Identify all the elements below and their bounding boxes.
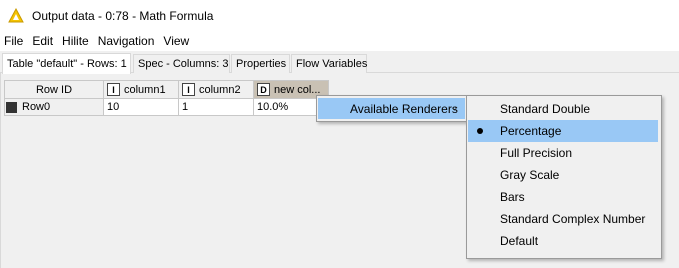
tab-spec[interactable]: Spec - Columns: 3: [133, 54, 230, 73]
chevron-right-icon: ›: [453, 103, 457, 114]
renderer-standard-double[interactable]: Standard Double: [468, 98, 660, 120]
column-header-column2[interactable]: I column2: [178, 80, 254, 99]
table-cell[interactable]: 1: [178, 99, 254, 116]
column-header-label: Row ID: [35, 83, 73, 96]
table-cell[interactable]: 10: [103, 99, 179, 116]
menu-item-label: Standard Complex Number: [500, 212, 646, 226]
integer-type-icon: I: [107, 83, 120, 96]
tab-properties[interactable]: Properties: [231, 54, 290, 73]
menu-item-available-renderers[interactable]: Available Renderers ›: [318, 98, 465, 119]
window-title: Output data - 0:78 - Math Formula: [32, 8, 214, 23]
tab-table-default[interactable]: Table "default" - Rows: 1: [2, 53, 131, 74]
column-header-label: new col...: [274, 83, 321, 96]
menu-hilite[interactable]: Hilite: [58, 34, 94, 48]
integer-type-icon: I: [182, 83, 195, 96]
renderer-default[interactable]: Default: [468, 230, 660, 252]
menu-item-label: Full Precision: [500, 146, 573, 160]
renderer-gray-scale[interactable]: Gray Scale: [468, 164, 660, 186]
column-header-column1[interactable]: I column1: [103, 80, 179, 99]
menu-edit[interactable]: Edit: [28, 34, 58, 48]
menu-item-label: Percentage: [500, 124, 562, 138]
renderer-bars[interactable]: Bars: [468, 186, 660, 208]
menu-item-label: Gray Scale: [500, 168, 560, 182]
radio-selected-icon: [477, 128, 483, 134]
menu-navigation[interactable]: Navigation: [94, 34, 160, 48]
tab-strip: Table "default" - Rows: 1 Spec - Columns…: [0, 51, 679, 74]
row-marker-icon: [6, 101, 17, 113]
menu-view[interactable]: View: [159, 34, 194, 48]
menu-item-label: Default: [500, 234, 539, 248]
renderer-percentage[interactable]: Percentage: [468, 120, 658, 142]
column-header-rowid[interactable]: Row ID: [4, 80, 104, 99]
column-header-label: column2: [199, 83, 241, 96]
table-row-id-cell[interactable]: Row0: [4, 99, 104, 116]
renderer-standard-complex-number[interactable]: Standard Complex Number: [468, 208, 660, 230]
window-titlebar: Output data - 0:78 - Math Formula: [0, 0, 679, 31]
menu-item-label: Standard Double: [500, 102, 591, 116]
warning-triangle-icon: [8, 7, 24, 22]
renderers-submenu: Standard Double Percentage Full Precisio…: [466, 95, 662, 259]
menu-item-label: Bars: [500, 190, 525, 204]
double-type-icon: D: [257, 83, 270, 96]
context-menu: Available Renderers ›: [316, 95, 467, 122]
menu-file[interactable]: File: [0, 34, 28, 48]
row-id-label: Row0: [22, 101, 51, 113]
menu-item-label: Available Renderers: [350, 101, 458, 116]
tab-flow-variables[interactable]: Flow Variables: [291, 54, 367, 73]
renderer-full-precision[interactable]: Full Precision: [468, 142, 660, 164]
menubar: File Edit Hilite Navigation View: [0, 31, 679, 51]
column-header-label: column1: [124, 83, 166, 96]
